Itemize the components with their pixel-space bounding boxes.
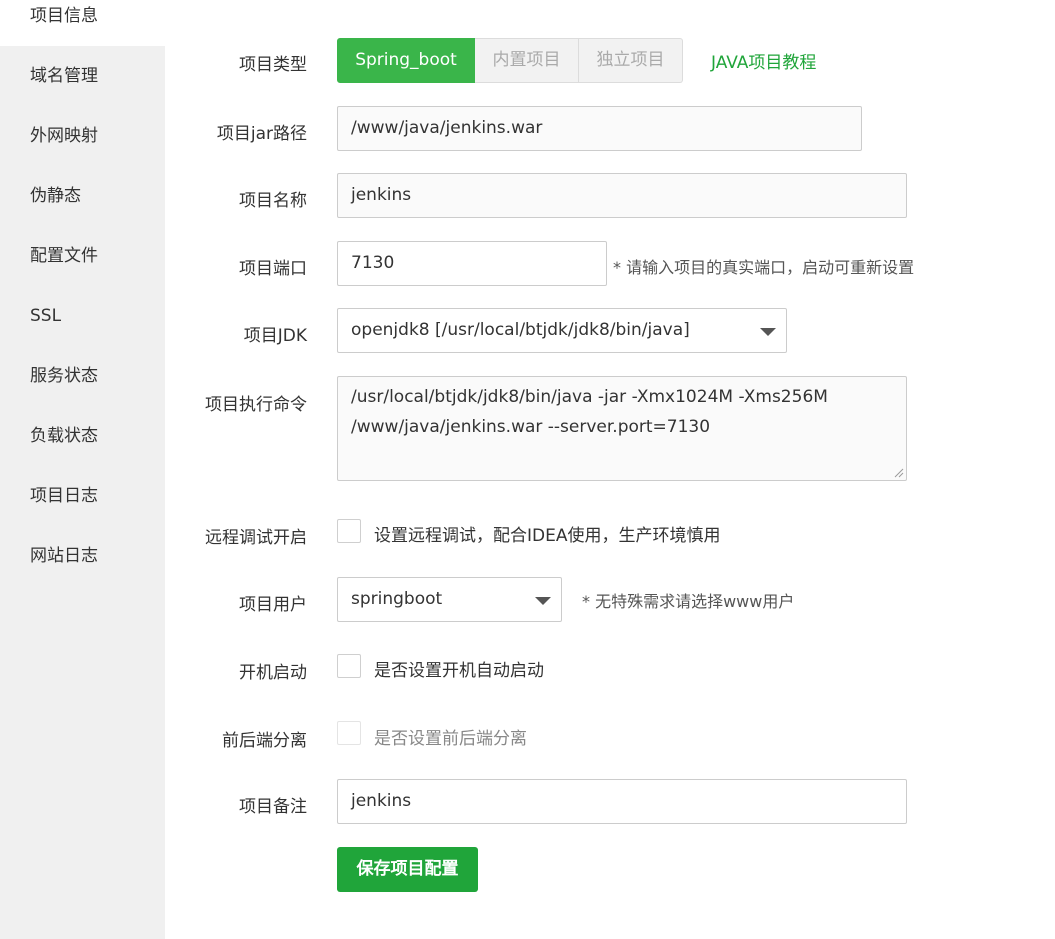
sidebar-item-load-status[interactable]: 负载状态 [0, 406, 165, 466]
sidebar-item-config-file[interactable]: 配置文件 [0, 226, 165, 286]
sidebar-item-project-log[interactable]: 项目日志 [0, 466, 165, 526]
project-type-segmented: Spring_boot 内置项目 独立项目 [337, 38, 683, 83]
sidebar-item-site-log[interactable]: 网站日志 [0, 526, 165, 586]
sidebar-item-project-info[interactable]: 项目信息 [0, 0, 165, 46]
exec-command-label: 项目执行命令 [205, 395, 307, 415]
project-jdk-label: 项目JDK [243, 326, 307, 346]
remark-input[interactable]: jenkins [337, 779, 907, 824]
java-tutorial-link[interactable]: JAVA项目教程 [711, 48, 816, 73]
jar-path-label: 项目jar路径 [216, 124, 307, 144]
sidebar: 项目信息 域名管理 外网映射 伪静态 配置文件 SSL 服务状态 负载状态 项目… [0, 0, 165, 939]
sidebar-item-ssl[interactable]: SSL [0, 286, 165, 346]
remark-label: 项目备注 [239, 797, 307, 817]
exec-command-textarea[interactable]: /usr/local/btjdk/jdk8/bin/java -jar -Xmx… [337, 376, 907, 481]
project-name-label: 项目名称 [239, 191, 307, 211]
project-port-label: 项目端口 [239, 259, 307, 279]
remote-debug-text: 设置远程调试，配合IDEA使用，生产环境慎用 [374, 526, 721, 546]
sidebar-item-domain[interactable]: 域名管理 [0, 46, 165, 106]
remote-debug-label: 远程调试开启 [205, 528, 307, 548]
chevron-down-icon [535, 597, 551, 605]
project-name-input[interactable]: jenkins [337, 173, 907, 218]
exec-command-line-2: /www/java/jenkins.war --server.port=7130 [351, 417, 711, 437]
auto-start-checkbox[interactable] [337, 654, 361, 678]
project-user-label: 项目用户 [239, 595, 307, 615]
project-port-input[interactable]: 7130 [337, 241, 607, 286]
project-jdk-value: openjdk8 [/usr/local/btjdk/jdk8/bin/java… [351, 320, 690, 340]
project-user-value: springboot [351, 589, 443, 609]
remote-debug-checkbox[interactable] [337, 519, 361, 543]
save-config-button[interactable]: 保存项目配置 [337, 847, 478, 892]
exec-command-line-1: /usr/local/btjdk/jdk8/bin/java -jar -Xmx… [351, 387, 828, 407]
sidebar-item-rewrite[interactable]: 伪静态 [0, 166, 165, 226]
project-type-standalone-button[interactable]: 独立项目 [579, 38, 683, 83]
auto-start-text: 是否设置开机自动启动 [374, 661, 544, 681]
resize-handle-icon[interactable] [894, 468, 904, 478]
sidebar-item-service-status[interactable]: 服务状态 [0, 346, 165, 406]
auto-start-label: 开机启动 [239, 663, 307, 683]
project-port-hint: * 请输入项目的真实端口，启动可重新设置 [613, 258, 915, 277]
project-user-select[interactable]: springboot [337, 577, 562, 622]
jar-path-input[interactable]: /www/java/jenkins.war [337, 106, 862, 151]
sidebar-item-external-mapping[interactable]: 外网映射 [0, 106, 165, 166]
project-type-builtin-button[interactable]: 内置项目 [475, 38, 579, 83]
project-user-hint: * 无特殊需求请选择www用户 [582, 592, 795, 611]
separation-text: 是否设置前后端分离 [374, 729, 527, 749]
project-jdk-select[interactable]: openjdk8 [/usr/local/btjdk/jdk8/bin/java… [337, 308, 787, 353]
chevron-down-icon [760, 328, 776, 336]
project-type-label: 项目类型 [239, 55, 307, 75]
project-type-spring-boot-button[interactable]: Spring_boot [337, 38, 475, 83]
separation-label: 前后端分离 [222, 731, 307, 751]
separation-checkbox[interactable] [337, 721, 361, 745]
